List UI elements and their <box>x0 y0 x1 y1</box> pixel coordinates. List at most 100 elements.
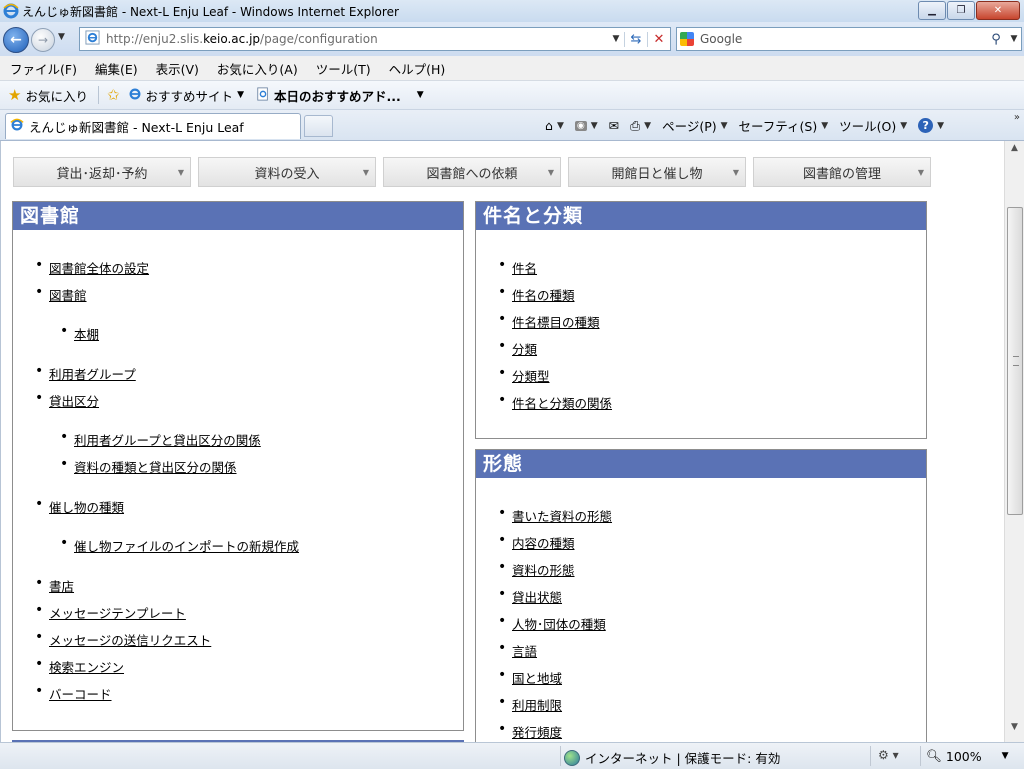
subject-link[interactable]: 件名 <box>512 261 537 276</box>
subjects-panel-title: 件名と分類 <box>476 202 926 230</box>
subject-type-link[interactable]: 件名の種類 <box>512 288 575 303</box>
user-group-link[interactable]: 利用者グループ <box>49 367 136 382</box>
print-dropdown-icon: ▼ <box>644 120 652 131</box>
tools-menu[interactable]: ツール(O) ▼ <box>839 116 907 135</box>
agent-type-link[interactable]: 人物･団体の種類 <box>512 617 606 632</box>
chevron-more-icon[interactable]: » <box>1014 112 1020 123</box>
favorites-star-icon: ★ <box>8 86 22 104</box>
tab-enju[interactable]: えんじゅ新図書館 - Next-L Enju Leaf <box>5 113 301 139</box>
help-menu[interactable]: ? ▼ <box>918 118 944 133</box>
nav-events[interactable]: 開館日と催し物 ▼ <box>568 157 746 187</box>
menu-file[interactable]: ファイル(F) <box>0 59 85 78</box>
scroll-grip-icon <box>1013 356 1019 366</box>
tools-dropdown-icon: ▼ <box>900 120 908 131</box>
use-restriction-link[interactable]: 利用制限 <box>512 698 562 713</box>
address-bar[interactable]: http://enju2.slis.keio.ac.jp/page/config… <box>79 27 671 51</box>
country-link[interactable]: 国と地域 <box>512 671 562 686</box>
nav-acquisition[interactable]: 資料の受入 ▼ <box>198 157 376 187</box>
bookstore-link[interactable]: 書店 <box>49 579 74 594</box>
form-of-work-link[interactable]: 書いた資料の形態 <box>512 509 612 524</box>
nav-admin-dropdown-icon: ▼ <box>917 167 924 177</box>
window-title: えんじゅ新図書館 - Next-L Enju Leaf - Windows In… <box>22 5 399 19</box>
message-template-link[interactable]: メッセージテンプレート <box>49 606 186 621</box>
shelf-link[interactable]: 本棚 <box>74 327 99 342</box>
search-box[interactable]: Google ⚲ ▼ <box>676 27 1022 51</box>
print-button[interactable]: ⎙ ▼ <box>630 118 651 134</box>
nav-admin[interactable]: 図書館の管理 ▼ <box>753 157 931 187</box>
menu-edit[interactable]: 編集(E) <box>85 59 146 78</box>
menu-help[interactable]: ヘルプ(H) <box>379 59 454 78</box>
carrier-type-link[interactable]: 資料の形態 <box>512 563 575 578</box>
event-category-link[interactable]: 催し物の種類 <box>49 500 124 515</box>
checkout-type-link[interactable]: 貸出区分 <box>49 394 99 409</box>
menu-bar: ファイル(F) 編集(E) 表示(V) お気に入り(A) ツール(T) ヘルプ(… <box>0 56 1024 81</box>
menu-view[interactable]: 表示(V) <box>146 59 207 78</box>
subject-heading-type-link[interactable]: 件名標目の種類 <box>512 315 600 330</box>
scroll-thumb[interactable] <box>1007 207 1023 515</box>
back-button[interactable]: ← <box>3 27 29 53</box>
forward-button[interactable]: → <box>31 28 55 52</box>
tab-title: えんじゅ新図書館 - Next-L Enju Leaf <box>29 120 244 135</box>
subject-classification-link[interactable]: 件名と分類の関係 <box>512 396 612 411</box>
home-icon: ⌂ <box>545 118 553 133</box>
search-engine-link[interactable]: 検索エンジン <box>49 660 124 675</box>
list-item: 国と地域 <box>498 667 562 687</box>
library-link[interactable]: 図書館 <box>49 288 87 303</box>
nav-circulation[interactable]: 貸出･返却･予約 ▼ <box>13 157 191 187</box>
protected-mode-icon[interactable]: ⚙ ▾ <box>878 748 899 762</box>
mail-button[interactable]: ✉ <box>609 118 619 133</box>
close-button[interactable]: ✕ <box>976 1 1020 20</box>
maximize-button[interactable]: ❐ <box>947 1 975 20</box>
add-favorite-button[interactable]: ✩ <box>107 86 120 104</box>
scroll-down-icon[interactable]: ▼ <box>1005 722 1024 740</box>
addon-gallery-button[interactable]: 本日のおすすめアド... ▼ <box>256 86 424 105</box>
list-item: 件名標目の種類 <box>498 311 600 331</box>
list-item: 言語 <box>498 640 537 660</box>
history-dropdown-icon[interactable]: ▼ <box>58 32 65 42</box>
vertical-scrollbar[interactable]: ▲ ▼ <box>1004 141 1024 742</box>
nav-circulation-label: 貸出･返却･予約 <box>56 166 148 182</box>
suggested-sites-ie-icon <box>128 87 142 104</box>
classification-type-link[interactable]: 分類型 <box>512 369 550 384</box>
nav-events-label: 開館日と催し物 <box>611 166 703 182</box>
zoom-control[interactable]: 🔍︎ 100% ▼ <box>926 748 1009 764</box>
home-button[interactable]: ⌂ ▼ <box>545 118 564 133</box>
classification-link[interactable]: 分類 <box>512 342 537 357</box>
address-dropdown-icon[interactable]: ▼ <box>608 34 624 44</box>
menu-favorites[interactable]: お気に入り(A) <box>207 59 306 78</box>
library-settings-link[interactable]: 図書館全体の設定 <box>49 261 149 276</box>
nav-request[interactable]: 図書館への依頼 ▼ <box>383 157 561 187</box>
list-item: 利用制限 <box>498 694 562 714</box>
page-menu-label: ページ(P) <box>662 119 717 134</box>
circulation-status-link[interactable]: 貸出状態 <box>512 590 562 605</box>
list-item: 図書館 <box>35 284 87 304</box>
safety-menu-label: セーフティ(S) <box>738 119 818 134</box>
barcode-link[interactable]: バーコード <box>49 687 112 702</box>
search-dropdown-icon[interactable]: ▼ <box>1007 34 1021 44</box>
favorites-button[interactable]: ★ お気に入り <box>8 86 88 105</box>
language-link[interactable]: 言語 <box>512 644 537 659</box>
scroll-up-icon[interactable]: ▲ <box>1005 143 1024 161</box>
library-panel-title: 図書館 <box>13 202 463 230</box>
list-item: 件名の種類 <box>498 284 575 304</box>
event-import-link[interactable]: 催し物ファイルのインポートの新規作成 <box>74 539 299 554</box>
security-zone[interactable]: インターネット | 保護モード: 有効 <box>564 748 780 767</box>
menu-tools[interactable]: ツール(T) <box>306 59 379 78</box>
search-provider-label: Google <box>700 32 743 46</box>
minimize-button[interactable]: ▁ <box>918 1 946 20</box>
address-url[interactable]: http://enju2.slis.keio.ac.jp/page/config… <box>106 32 608 46</box>
new-tab-button[interactable] <box>304 115 333 137</box>
list-item: 分類型 <box>498 365 550 385</box>
feeds-button[interactable]: ◉ ▼ <box>574 120 598 131</box>
carrier-checkout-link[interactable]: 資料の種類と貸出区分の関係 <box>74 460 237 475</box>
page-menu[interactable]: ページ(P) ▼ <box>662 116 727 135</box>
message-request-link[interactable]: メッセージの送信リクエスト <box>49 633 211 648</box>
stop-icon[interactable]: ✕ <box>647 31 670 47</box>
suggested-sites-button[interactable]: おすすめサイト ▼ <box>128 86 244 105</box>
user-group-checkout-link[interactable]: 利用者グループと貸出区分の関係 <box>74 433 261 448</box>
search-icon[interactable]: ⚲ <box>985 32 1007 47</box>
frequency-link[interactable]: 発行頻度 <box>512 725 562 740</box>
safety-menu[interactable]: セーフティ(S) ▼ <box>739 116 829 135</box>
content-type-link[interactable]: 内容の種類 <box>512 536 575 551</box>
refresh-icon[interactable]: ⇆ <box>624 31 647 47</box>
